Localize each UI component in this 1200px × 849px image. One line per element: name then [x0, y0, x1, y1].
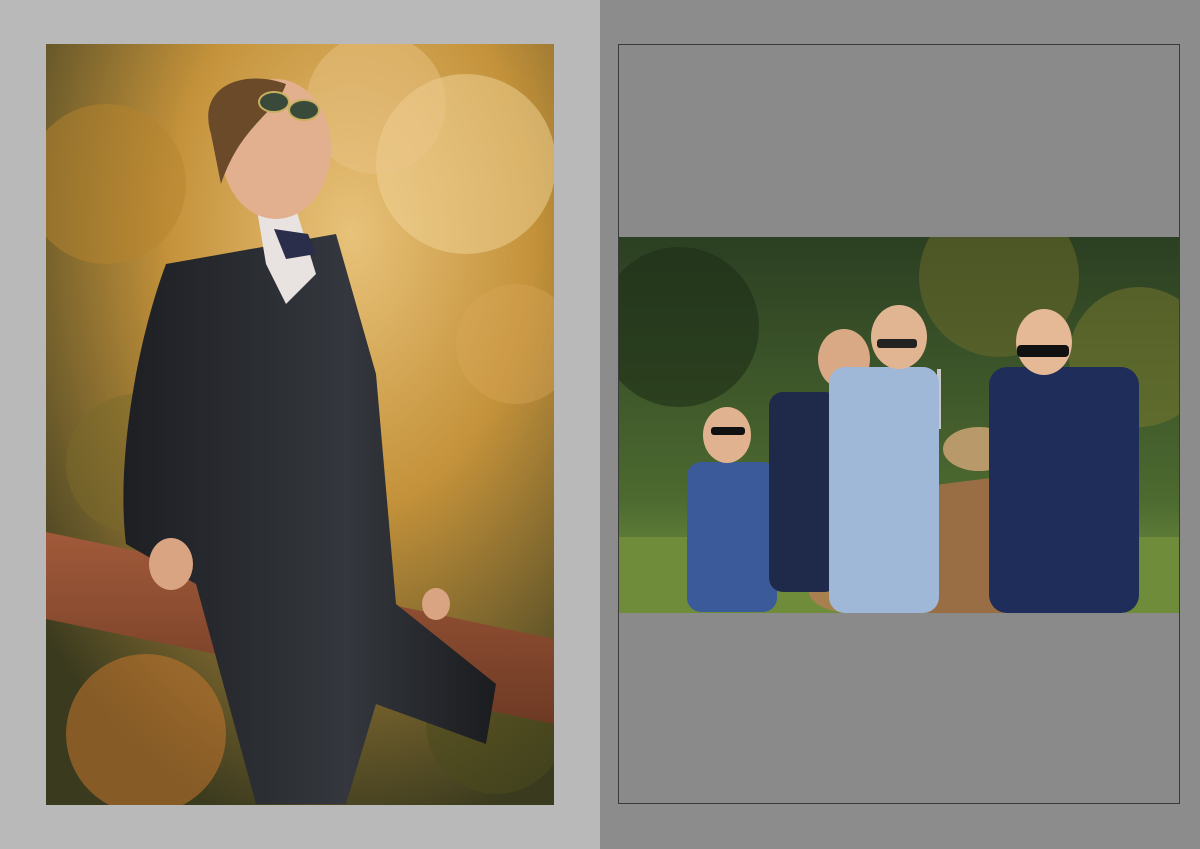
photo-frame — [618, 44, 1180, 804]
photo-boys-with-scooter — [619, 237, 1179, 613]
photo-boy-on-fence — [46, 44, 554, 805]
right-page — [600, 0, 1200, 849]
photo-boy-on-fence-image — [46, 44, 554, 805]
left-page — [0, 0, 600, 849]
photo-boys-with-scooter-image — [619, 237, 1179, 613]
